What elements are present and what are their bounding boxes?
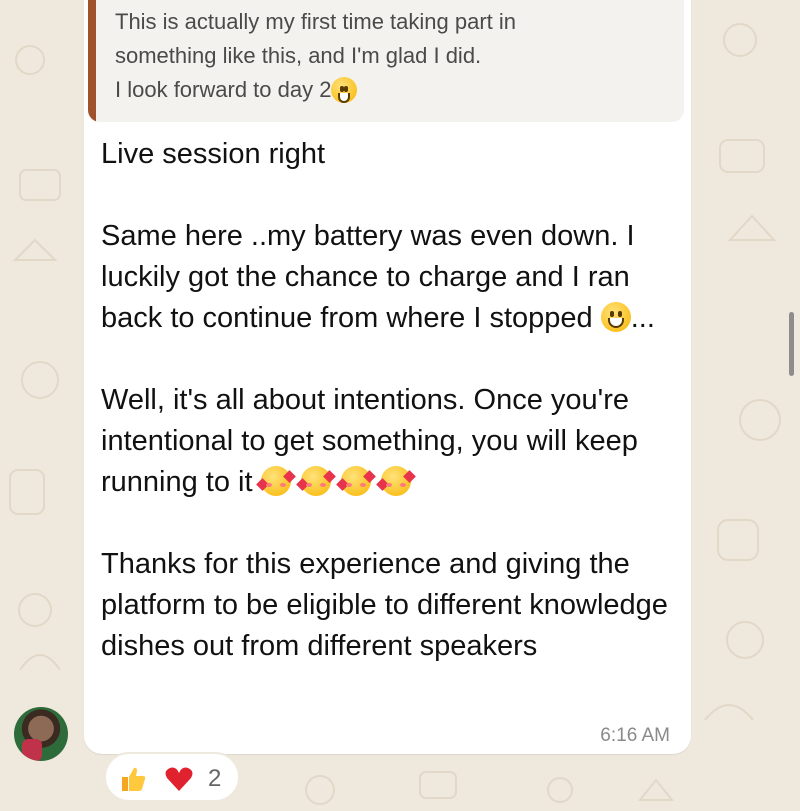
message-paragraph: Well, it's all about intentions. Once yo… [101,384,638,498]
red-heart-icon [165,767,193,791]
reactions-pill[interactable]: 2 [104,752,240,802]
message-paragraph: Live session right [101,138,326,170]
smiling-face-with-hearts-icon [380,466,411,496]
quoted-message-text: This is actually my first time taking pa… [115,9,517,103]
message-paragraph: Thanks for this experience and giving th… [101,548,668,662]
smiling-face-with-hearts-icon [300,466,331,496]
sender-avatar[interactable] [14,707,68,761]
grinning-face-icon [600,302,631,332]
thumbs-up-icon [122,767,146,791]
smiling-face-with-hearts-icon [260,466,291,496]
reaction-count: 2 [208,765,222,792]
message-paragraph: Same here ..my battery was even down. I … [101,220,655,334]
grinning-face-icon [331,77,358,103]
quoted-message[interactable]: This is actually my first time taking pa… [88,0,684,122]
quote-accent-bar [88,0,96,122]
message-body: Live session right Same here ..my batter… [101,134,671,667]
smiling-face-with-hearts-icon [340,466,371,496]
scrollbar[interactable] [789,312,794,376]
message-timestamp: 6:16 AM [600,725,670,746]
